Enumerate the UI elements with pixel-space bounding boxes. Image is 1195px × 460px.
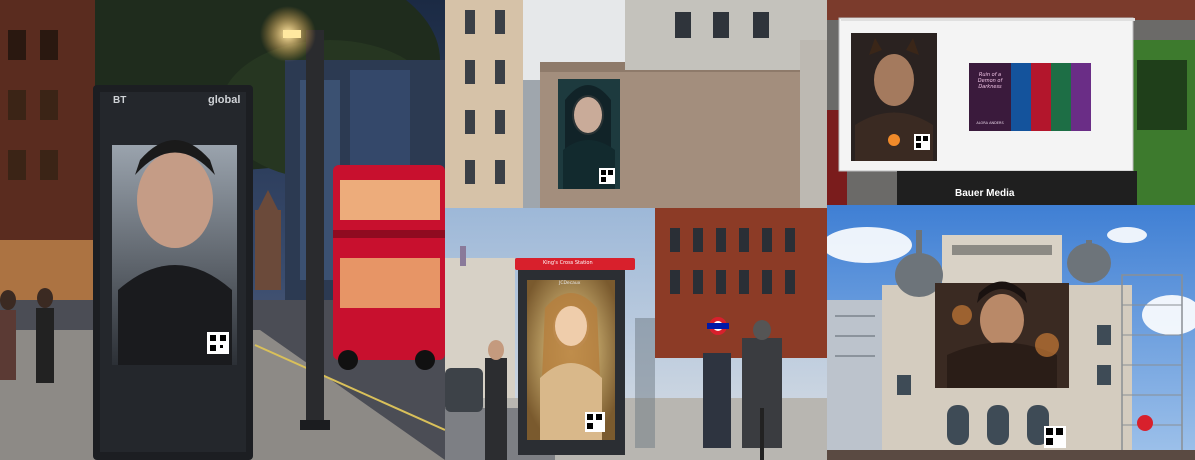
- building-wall-scene: [445, 0, 827, 208]
- screen-brand: JCDecaux: [559, 281, 581, 286]
- kiosk-brand-right: global: [208, 94, 241, 106]
- qr-code-icon: [1044, 426, 1066, 448]
- street-kiosk-scene: BT global: [0, 0, 445, 460]
- billboard-scene: Ruin of a Demon of Darkness ALORA ANDERS…: [827, 0, 1195, 205]
- collage: BT global Ruin of a Demon of Darkness AL…: [0, 0, 1195, 460]
- book-title: Ruin of a Demon of Darkness: [977, 72, 1003, 90]
- qr-code-icon: [914, 134, 930, 150]
- book-author: ALORA ANDERS: [976, 121, 1004, 125]
- qr-code-icon: [585, 412, 605, 432]
- billboard-operator: Bauer Media: [955, 188, 1015, 199]
- kings-cross-scene: King's Cross Station JCDecaux: [445, 208, 827, 460]
- ornate-building-scene: [827, 205, 1195, 460]
- kiosk-brand-left: BT: [113, 95, 127, 106]
- station-sign: King's Cross Station: [543, 260, 593, 266]
- tube-roundel-icon: [707, 317, 729, 335]
- qr-code-icon: [207, 332, 229, 354]
- qr-code-icon: [599, 168, 615, 184]
